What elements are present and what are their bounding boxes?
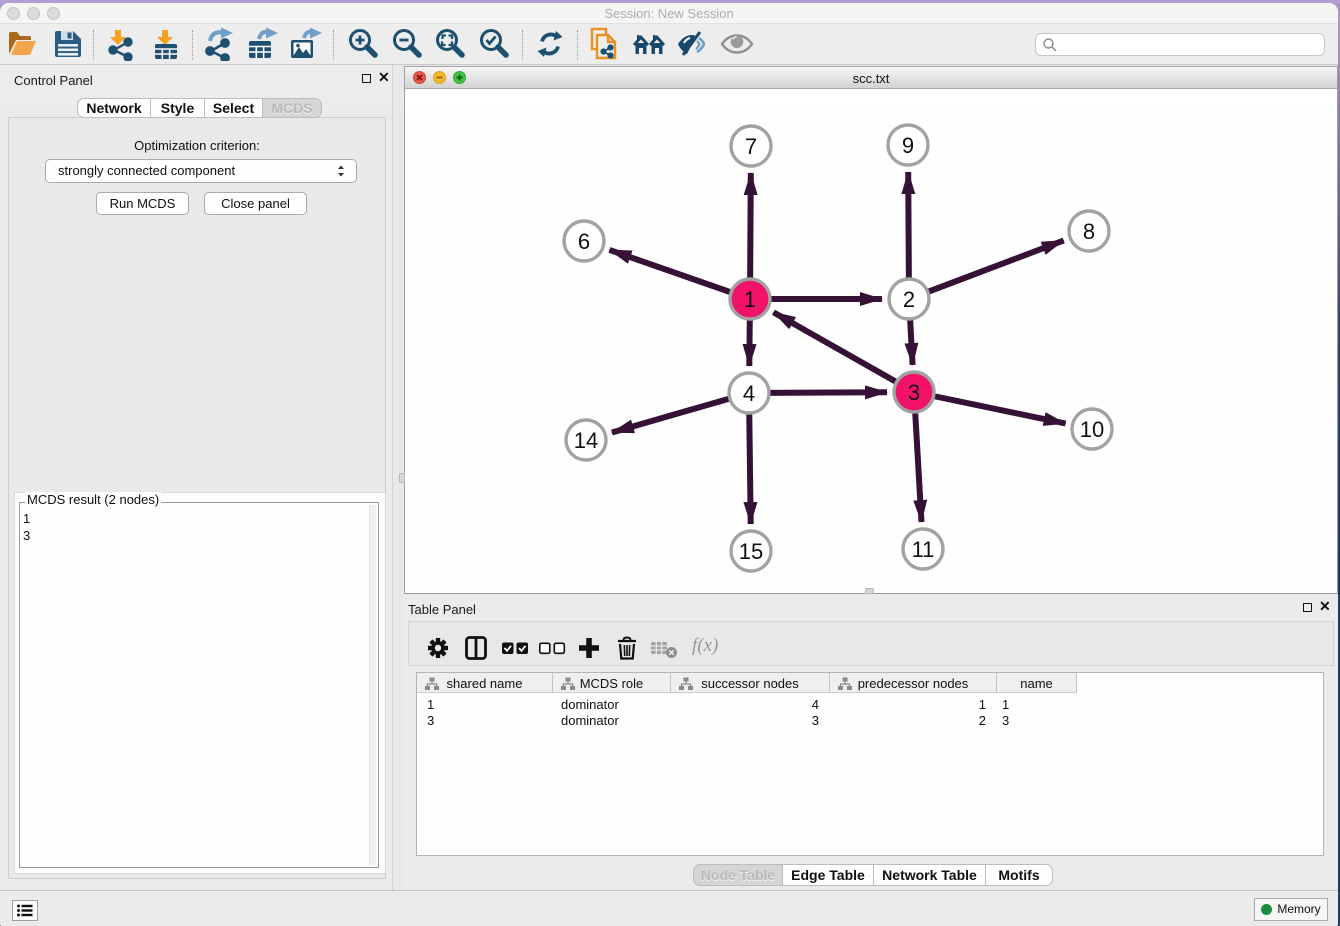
svg-text:8: 8 (1083, 219, 1095, 244)
svg-text:3: 3 (908, 380, 920, 405)
svg-text:2: 2 (903, 287, 915, 312)
svg-text:14: 14 (574, 428, 598, 453)
svg-text:4: 4 (743, 381, 755, 406)
svg-text:15: 15 (739, 539, 763, 564)
svg-text:9: 9 (902, 133, 914, 158)
svg-text:10: 10 (1080, 417, 1104, 442)
svg-text:11: 11 (912, 537, 935, 562)
svg-text:1: 1 (744, 287, 756, 312)
svg-text:7: 7 (745, 134, 757, 159)
svg-text:6: 6 (578, 229, 590, 254)
